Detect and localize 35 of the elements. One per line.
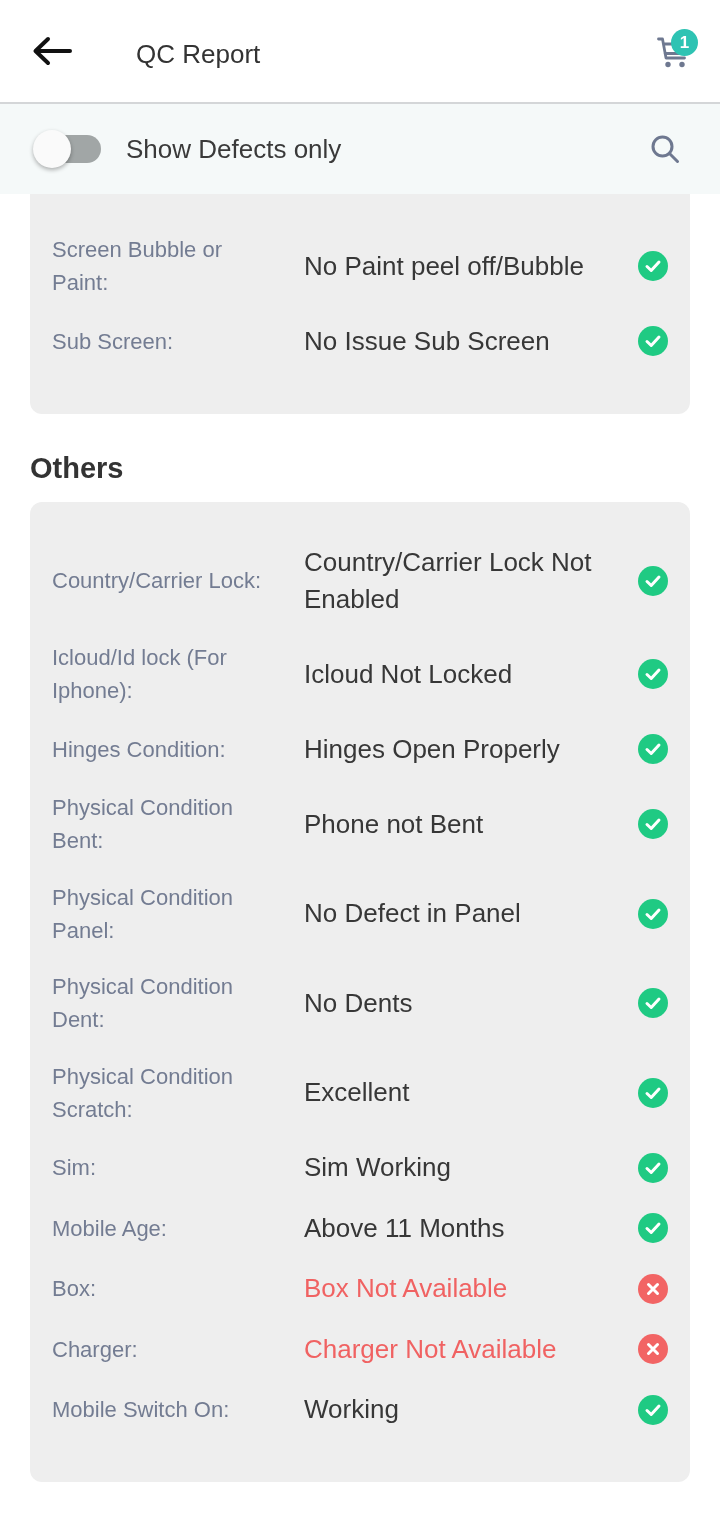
back-icon[interactable] bbox=[32, 36, 72, 66]
toggle-switch[interactable] bbox=[33, 130, 101, 168]
field-value: Charger Not Available bbox=[304, 1332, 558, 1366]
field-value: Above 11 Months bbox=[304, 1211, 506, 1245]
page-title: QC Report bbox=[136, 38, 261, 70]
field-value: Icloud Not Locked bbox=[304, 657, 514, 691]
field-label: Physical Condition Panel: bbox=[52, 883, 234, 945]
field-label: Country/Carrier Lock: bbox=[52, 567, 263, 595]
section-heading: Others bbox=[30, 450, 125, 485]
filter-label: Show Defects only bbox=[126, 133, 342, 165]
field-value: No Issue Sub Screen bbox=[304, 324, 551, 358]
field-label: Sim: bbox=[52, 1154, 97, 1182]
field-label: Mobile Age: bbox=[52, 1214, 168, 1243]
field-value: Box Not Available bbox=[304, 1272, 509, 1305]
field-label: Mobile Switch On: bbox=[52, 1396, 231, 1424]
field-label: Screen Bubble or Paint: bbox=[52, 236, 223, 297]
field-value: No Paint peel off/Bubble bbox=[304, 249, 585, 283]
field-value: Working bbox=[304, 1393, 400, 1426]
field-value: No Defect in Panel bbox=[304, 897, 522, 930]
field-label: Physical Condition Scratch: bbox=[52, 1062, 234, 1124]
search-icon[interactable] bbox=[650, 134, 680, 164]
field-label: Physical Condition Dent: bbox=[52, 973, 234, 1034]
field-value: Excellent bbox=[304, 1076, 411, 1109]
field-label: Icloud/Id lock (For Iphone): bbox=[52, 644, 228, 705]
field-value: Hinges Open Properly bbox=[304, 732, 561, 766]
cart-count-badge: 1 bbox=[671, 29, 698, 56]
field-value: No Dents bbox=[304, 986, 414, 1020]
field-value: Sim Working bbox=[304, 1151, 452, 1184]
field-label: Physical Condition Bent: bbox=[52, 794, 234, 855]
field-label: Box: bbox=[52, 1275, 98, 1303]
field-label: Sub Screen: bbox=[52, 327, 175, 356]
field-value: Phone not Bent bbox=[304, 807, 485, 841]
field-label: Charger: bbox=[52, 1335, 139, 1364]
field-label: Hinges Condition: bbox=[52, 735, 227, 764]
field-value: Country/Carrier Lock Not Enabled bbox=[304, 545, 593, 616]
